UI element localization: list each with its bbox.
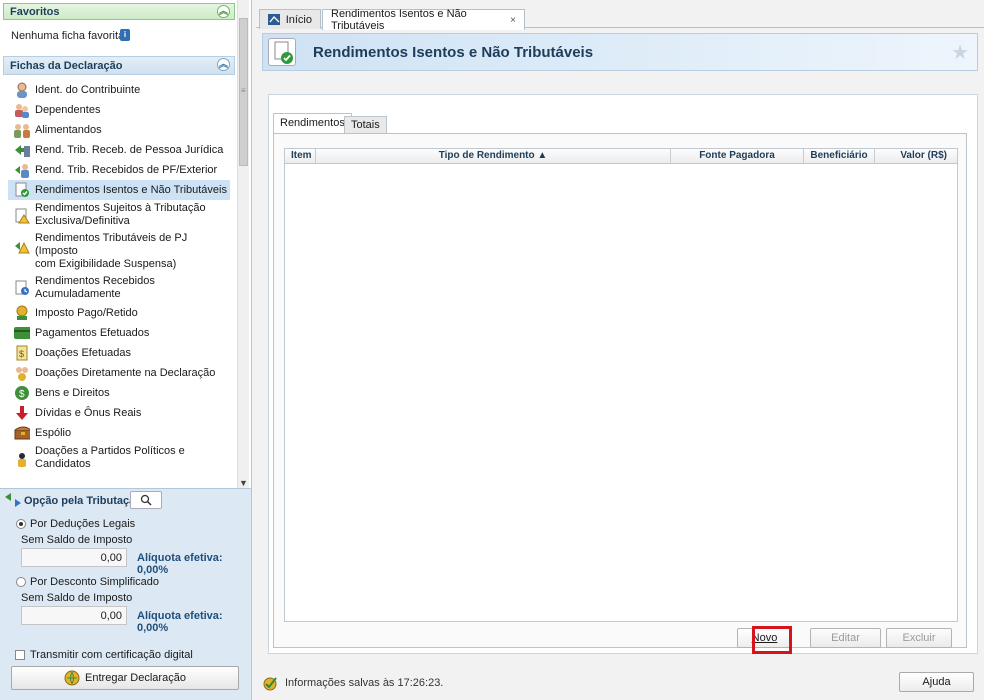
- svg-text:$: $: [19, 349, 24, 359]
- table-header: Item Tipo de Rendimento ▲ Fonte Pagadora…: [285, 149, 957, 164]
- svg-text:$: $: [19, 389, 25, 400]
- tab-rendimentos-isentos[interactable]: Rendimentos Isentos e Não Tributáveis ×: [322, 8, 525, 32]
- ficha-doacoes-diretas[interactable]: Doações Diretamente na Declaração: [8, 363, 230, 383]
- tax-paid-icon: [14, 305, 30, 321]
- certificacao-checkbox-row[interactable]: Transmitir com certificação digital: [15, 649, 193, 661]
- ficha-doacoes[interactable]: $ Doações Efetuadas: [8, 343, 230, 363]
- column-item[interactable]: Item: [285, 149, 316, 163]
- ficha-bens-direitos[interactable]: $ Bens e Direitos: [8, 383, 230, 403]
- ficha-doacoes-partidos[interactable]: Doações a Partidos Políticos e Candidatos: [8, 443, 230, 473]
- dependents-icon: [14, 102, 30, 118]
- tab-inicio[interactable]: Início: [259, 9, 321, 29]
- favoritos-header[interactable]: Favoritos ︽: [3, 3, 235, 20]
- opcao-tributacao-panel: Opção pela Tributação: Por Deduções Lega…: [0, 488, 251, 700]
- deducoes-saldo-label: Sem Saldo de Imposto: [21, 534, 133, 546]
- payment-card-icon: [14, 325, 30, 341]
- close-icon[interactable]: ×: [510, 15, 516, 26]
- favorite-star-icon[interactable]: ★: [951, 40, 969, 65]
- column-valor[interactable]: Valor (R$): [875, 149, 957, 163]
- rendimentos-tab-panel: Item Tipo de Rendimento ▲ Fonte Pagadora…: [273, 133, 967, 648]
- column-beneficiario[interactable]: Beneficiário: [804, 149, 875, 163]
- assets-icon: $: [14, 385, 30, 401]
- page-title: Rendimentos Isentos e Não Tributáveis: [313, 44, 594, 61]
- collapse-up-icon[interactable]: ︽: [217, 5, 230, 18]
- content-panel: Rendimentos Totais Item Tipo de Rendimen…: [268, 94, 978, 654]
- simplificado-value: 0,00: [21, 606, 127, 625]
- radio-desconto-simplificado[interactable]: Por Desconto Simplificado: [16, 576, 159, 588]
- column-fonte-pagadora[interactable]: Fonte Pagadora: [671, 149, 804, 163]
- novo-button[interactable]: Novo: [737, 628, 792, 648]
- arrows-icon: [5, 493, 21, 507]
- alimentandos-icon: [14, 122, 30, 138]
- excluir-button[interactable]: Excluir: [886, 628, 952, 648]
- exempt-income-icon: [14, 182, 30, 198]
- radio-deducoes-legais[interactable]: Por Deduções Legais: [16, 518, 135, 530]
- deducoes-value: 0,00: [21, 548, 127, 567]
- fichas-title: Fichas da Declaração: [10, 60, 123, 72]
- simplificado-saldo-label: Sem Saldo de Imposto: [21, 592, 133, 604]
- radio-button[interactable]: [16, 577, 26, 587]
- status-text: Informações salvas às 17:26:23.: [285, 677, 444, 689]
- ficha-rend-acumulados[interactable]: Rendimentos Recebidos Acumuladamente: [8, 273, 230, 303]
- deducoes-aliquota: Alíquota efetiva: 0,00%: [137, 552, 223, 576]
- ficha-rend-pj[interactable]: Rend. Trib. Receb. de Pessoa Jurídica: [8, 140, 230, 160]
- donation-icon: $: [14, 345, 30, 361]
- tab-bar: Início Rendimentos Isentos e Não Tributá…: [256, 0, 984, 32]
- home-icon: [268, 14, 280, 25]
- ficha-imposto-pago[interactable]: Imposto Pago/Retido: [8, 303, 230, 323]
- search-button[interactable]: [130, 491, 162, 509]
- tab-rendimentos[interactable]: Rendimentos: [273, 113, 352, 134]
- ficha-dividas[interactable]: Dívidas e Ônus Reais: [8, 403, 230, 423]
- opcao-title: Opção pela Tributação:: [24, 495, 146, 507]
- main-area: Início Rendimentos Isentos e Não Tributá…: [256, 0, 984, 700]
- radio-button[interactable]: [16, 519, 26, 529]
- entregar-declaracao-button[interactable]: Entregar Declaração: [11, 666, 239, 690]
- ficha-pagamentos[interactable]: Pagamentos Efetuados: [8, 323, 230, 343]
- collapse-up-icon[interactable]: ︽: [217, 58, 230, 71]
- ficha-dependentes[interactable]: Dependentes: [8, 100, 230, 120]
- editar-button[interactable]: Editar: [810, 628, 881, 648]
- exempt-income-icon: [268, 38, 296, 66]
- ficha-espolio[interactable]: Espólio: [8, 423, 230, 443]
- ficha-ident-contribuinte[interactable]: Ident. do Contribuinte: [8, 80, 230, 100]
- warning-doc-icon: [14, 208, 30, 224]
- column-tipo-rendimento[interactable]: Tipo de Rendimento ▲: [316, 149, 671, 163]
- grip-icon: ≡: [241, 86, 246, 95]
- person-icon: [14, 82, 30, 98]
- fichas-header[interactable]: Fichas da Declaração ︽: [3, 56, 235, 75]
- income-pj-icon: [14, 142, 30, 158]
- info-icon[interactable]: i: [120, 29, 130, 41]
- status-bar: Informações salvas às 17:26:23.: [262, 675, 443, 691]
- income-pf-icon: [14, 162, 30, 178]
- ficha-rend-isentos[interactable]: Rendimentos Isentos e Não Tributáveis: [8, 180, 230, 200]
- search-icon: [140, 494, 152, 506]
- chest-icon: [14, 425, 30, 441]
- simplificado-aliquota: Alíquota efetiva: 0,00%: [137, 610, 223, 634]
- accumulated-icon: [14, 280, 30, 296]
- ficha-rend-exclusiva[interactable]: Rendimentos Sujeitos à Tributação Exclusi…: [8, 200, 230, 230]
- fichas-list: Ident. do Contribuinte Dependentes Alime…: [8, 80, 230, 473]
- party-donation-icon: [14, 451, 30, 467]
- certificacao-checkbox[interactable]: [15, 650, 25, 660]
- saved-check-icon: [263, 677, 277, 691]
- deliver-globe-icon: [64, 670, 80, 686]
- left-panel: Favoritos ︽ Nenhuma ficha favorita i Fic…: [0, 0, 252, 700]
- direct-donation-icon: [14, 365, 30, 381]
- ficha-rend-suspensa[interactable]: Rendimentos Tributáveis de PJ (Imposto co…: [8, 230, 230, 273]
- page-banner: Rendimentos Isentos e Não Tributáveis ★: [262, 33, 978, 71]
- suspended-icon: [14, 238, 30, 254]
- debt-arrow-icon: [14, 405, 30, 421]
- scroll-down-icon[interactable]: ▼: [239, 478, 248, 488]
- tab-totais[interactable]: Totais: [344, 116, 387, 133]
- left-scrollbar[interactable]: ≡ ▼: [237, 0, 249, 490]
- ajuda-button[interactable]: Ajuda: [899, 672, 974, 692]
- ficha-alimentandos[interactable]: Alimentandos: [8, 120, 230, 140]
- rendimentos-table[interactable]: Item Tipo de Rendimento ▲ Fonte Pagadora…: [284, 148, 958, 622]
- ficha-rend-pf-exterior[interactable]: Rend. Trib. Recebidos de PF/Exterior: [8, 160, 230, 180]
- favoritos-title: Favoritos: [10, 6, 60, 18]
- favoritos-empty-text: Nenhuma ficha favorita: [11, 30, 125, 42]
